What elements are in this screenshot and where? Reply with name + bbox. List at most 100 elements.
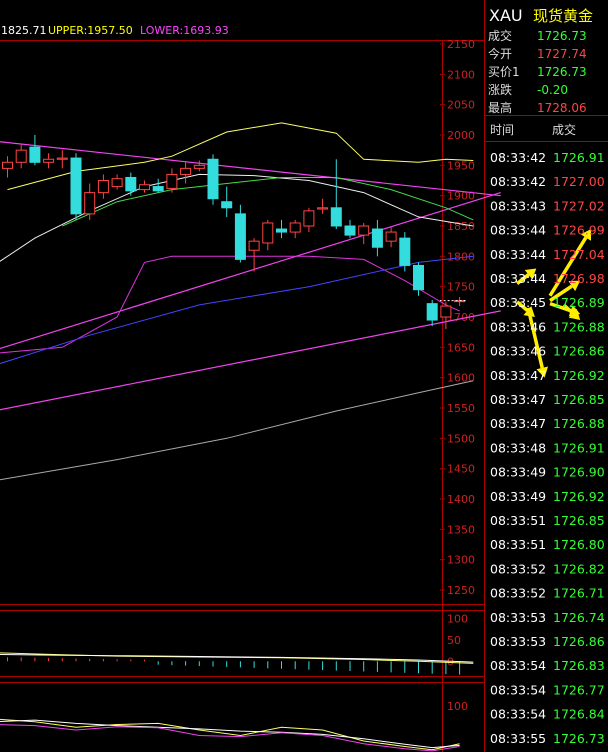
quote-label: 涨跌 (488, 82, 512, 97)
symbol-code: XAU (489, 6, 523, 25)
candle-body (111, 178, 123, 188)
candle (330, 159, 342, 230)
tick-price: 1727.00 (553, 174, 605, 189)
candle (385, 227, 397, 248)
arrow-shaft (526, 307, 544, 369)
tick-time: 08:33:48 (490, 440, 546, 455)
mid-value: 1825.71 (1, 24, 47, 37)
candle (29, 135, 41, 166)
tick-row: 08:33:53 1726.86 (490, 634, 605, 649)
price-tick-label: 1500 (447, 432, 475, 445)
candle (234, 204, 246, 263)
tick-time: 08:33:49 (490, 489, 546, 504)
quote-panel: XAU 现货黄金 成交 1726.73 今开 1727.74 买价1 1726.73 涨跌 -… (485, 6, 608, 746)
tick-row: 08:33:44 1726.99 (490, 223, 605, 238)
tick-row: 08:33:46 1726.88 (490, 319, 605, 334)
volume-tick-label: 50 (447, 634, 461, 647)
tick-price: 1726.74 (553, 610, 605, 625)
tick-row: 08:33:46 1726.86 (490, 344, 605, 359)
chart-canvas: 1825.71 UPPER:1957.50 LOWER:1693.93 2150… (0, 0, 608, 752)
tick-time: 08:33:43 (490, 198, 546, 213)
candle-body (399, 237, 411, 266)
quote-row: 今开 1727.74 (488, 46, 587, 61)
tick-time: 08:33:44 (490, 223, 546, 238)
tick-time: 08:33:49 (490, 465, 546, 480)
tick-row: 08:33:45 1726.89 (490, 295, 605, 310)
price-tick-label: 2150 (447, 38, 475, 51)
moving-average-line (62, 177, 474, 227)
tick-price: 1726.92 (553, 489, 605, 504)
price-tick-label: 1650 (447, 341, 475, 354)
candle-body (125, 176, 137, 192)
price-tick-label: 2000 (447, 129, 475, 142)
ticks-header-price: 成交 (552, 122, 576, 137)
tick-row: 08:33:43 1727.02 (490, 198, 605, 213)
quote-label: 最高 (488, 100, 512, 115)
tick-row: 08:33:42 1727.00 (490, 174, 605, 189)
candle (193, 160, 205, 172)
tick-price: 1726.80 (553, 537, 605, 552)
tick-row: 08:33:54 1726.83 (490, 658, 605, 673)
tick-time: 08:33:42 (490, 174, 546, 189)
tick-row: 08:33:51 1726.80 (490, 537, 605, 552)
tick-time: 08:33:53 (490, 610, 546, 625)
tick-list[interactable]: 08:33:42 1726.91 08:33:42 1727.00 08:33:43 17… (490, 150, 605, 746)
quote-row: 最高 1728.06 (488, 100, 587, 115)
candle (289, 219, 301, 239)
upper-band-label: UPPER:1957.50 (48, 24, 133, 37)
tick-row: 08:33:52 1726.71 (490, 586, 605, 601)
quote-value: 1728.06 (537, 101, 587, 115)
candle (371, 219, 383, 257)
tick-row: 08:33:55 1726.73 (490, 731, 605, 746)
tick-row: 08:33:47 1726.85 (490, 392, 605, 407)
quote-value: 1727.74 (537, 47, 587, 61)
candle (276, 219, 287, 239)
volume-panel: 100500 (0, 612, 474, 675)
tick-price: 1726.84 (553, 707, 605, 722)
candle (207, 154, 219, 205)
candle-body (317, 207, 329, 210)
candle (180, 162, 192, 184)
tick-price: 1726.99 (553, 223, 605, 238)
tick-price: 1727.02 (553, 198, 605, 213)
price-tick-label: 2050 (447, 99, 475, 112)
candle-body (29, 146, 41, 163)
candle (15, 144, 27, 169)
indicator-bar: 1825.71 UPPER:1957.50 LOWER:1693.93 (1, 24, 229, 37)
candle-body (330, 207, 342, 227)
quote-value: 1726.73 (537, 65, 587, 79)
candle-body (385, 231, 397, 242)
candle (262, 219, 274, 251)
candle (111, 174, 123, 190)
tick-time: 08:33:42 (490, 150, 546, 165)
price-tick-label: 1450 (447, 463, 475, 476)
tick-price: 1726.90 (553, 465, 605, 480)
tick-price: 1726.91 (553, 440, 605, 455)
quote-row: 成交 1726.73 (488, 28, 587, 43)
tick-time: 08:33:47 (490, 392, 546, 407)
candle (84, 183, 96, 220)
moving-average-line (0, 255, 460, 354)
lower-band-label: LOWER:1693.93 (140, 24, 229, 37)
candle-body (97, 180, 109, 194)
candle-body (207, 158, 219, 200)
volume-signal-line (0, 652, 474, 664)
tick-price: 1726.92 (553, 368, 605, 383)
candle-body (262, 222, 274, 244)
candle-body (413, 264, 424, 291)
tick-price: 1726.86 (553, 634, 605, 649)
tick-time: 08:33:52 (490, 561, 546, 576)
quote-row: 买价1 1726.73 (488, 65, 587, 79)
candle-body (358, 225, 370, 236)
ticks-header-time: 时间 (490, 123, 514, 137)
oscillator-line (0, 724, 460, 752)
tick-price: 1726.89 (553, 295, 605, 310)
candle-body (344, 225, 356, 236)
candle-body (221, 201, 233, 209)
tick-price: 1726.71 (553, 586, 605, 601)
instrument-name: 现货黄金 (533, 7, 593, 25)
tick-row: 08:33:44 1726.98 (490, 271, 605, 286)
tick-time: 08:33:54 (490, 682, 546, 697)
candle-body (84, 192, 96, 215)
tick-time: 08:33:44 (490, 247, 546, 262)
